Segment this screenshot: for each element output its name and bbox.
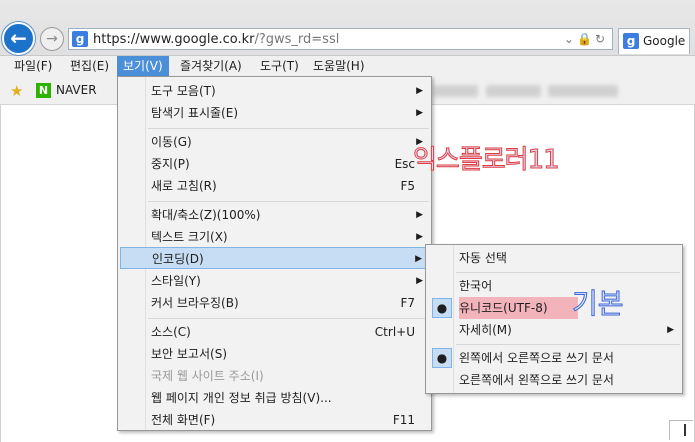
blurred-favorite (548, 85, 618, 97)
submenu-arrow-icon: ▶ (416, 86, 423, 96)
menu-tools[interactable]: 도구(T) (254, 56, 305, 76)
lock-icon[interactable]: 🔒 (577, 32, 595, 46)
naver-icon[interactable]: N (36, 83, 51, 98)
menu-item-go-to[interactable]: 이동(G) ▶ (120, 131, 429, 153)
menu-separator (456, 344, 680, 345)
menu-view[interactable]: 보기(V) (117, 56, 169, 76)
menu-item-toolbars[interactable]: 도구 모음(T) ▶ (120, 80, 429, 102)
submenu-arrow-icon: ▶ (416, 210, 423, 220)
address-bar[interactable]: g https://www.google.co.kr/?gws_rd=ssl ⌄… (68, 28, 613, 50)
menu-item-source[interactable]: 소스(C) Ctrl+U (120, 321, 429, 343)
browser-tab[interactable]: g Google (618, 28, 690, 54)
menu-item-privacy-policy[interactable]: 웹 페이지 개인 정보 취급 방침(V)... (120, 387, 429, 409)
menu-item-utf8[interactable]: ● 유니코드(UTF-8) (428, 297, 680, 319)
menu-bar: 파일(F) 편집(E) 보기(V) 즐겨찾기(A) 도구(T) 도움말(H) (0, 56, 695, 76)
menu-item-refresh[interactable]: 새로 고침(R) F5 (120, 175, 429, 197)
menu-favorites[interactable]: 즐겨찾기(A) (174, 56, 248, 76)
menu-item-security-report[interactable]: 보안 보고서(S) (120, 343, 429, 365)
favorite-naver[interactable]: NAVER (56, 83, 97, 97)
submenu-arrow-icon: ▶ (667, 325, 674, 335)
menu-edit[interactable]: 편집(E) (64, 56, 115, 76)
menu-file[interactable]: 파일(F) (8, 56, 58, 76)
menu-item-auto-select[interactable]: 자동 선택 (428, 247, 680, 269)
forward-button[interactable]: → (40, 27, 64, 51)
menu-separator (148, 318, 429, 319)
menu-item-text-size[interactable]: 텍스트 크기(X) ▶ (120, 226, 429, 248)
url-text[interactable]: https://www.google.co.kr/?gws_rd=ssl (93, 32, 339, 47)
menu-separator (148, 201, 429, 202)
menu-separator (456, 272, 680, 273)
menu-item-left-to-right[interactable]: ● 왼쪽에서 오른쪽으로 쓰기 문서 (428, 347, 680, 369)
annotation-default: 기본 (572, 287, 625, 321)
search-dropdown-icon[interactable]: ⌄ (564, 32, 577, 46)
annotation-explorer11: 익스플로러11 (413, 145, 561, 176)
arrow-left-icon: ← (10, 26, 27, 50)
favorites-star-icon[interactable]: ★ (10, 82, 23, 100)
menu-item-right-to-left[interactable]: 오른쪽에서 왼쪽으로 쓰기 문서 (428, 369, 680, 391)
text-cursor (684, 424, 686, 436)
address-bar-icons: ⌄🔒↻ (564, 32, 608, 46)
menu-help[interactable]: 도움말(H) (307, 56, 371, 76)
menu-item-caret-browsing[interactable]: 커서 브라우징(B) F7 (120, 292, 429, 314)
encoding-submenu: 자동 선택 한국어 ● 유니코드(UTF-8) 자세히(M) ▶ ● 왼쪽에서 오… (425, 244, 683, 394)
menu-item-full-screen[interactable]: 전체 화면(F) F11 (120, 409, 429, 431)
blurred-favorite (433, 85, 478, 97)
google-tab-favicon-icon: g (623, 33, 639, 49)
selected-bullet-icon: ● (432, 348, 452, 368)
menu-item-style[interactable]: 스타일(Y) ▶ (120, 270, 429, 292)
view-menu: 도구 모음(T) ▶ 탐색기 표시줄(E) ▶ 이동(G) ▶ 중지(P) Esc 새로… (117, 76, 432, 431)
menu-item-international-address: 국제 웹 사이트 주소(I) (151, 369, 264, 383)
submenu-arrow-icon: ▶ (416, 232, 423, 242)
submenu-arrow-icon: ▶ (415, 254, 422, 264)
back-button[interactable]: ← (2, 22, 35, 55)
menu-item-more[interactable]: 자세히(M) ▶ (428, 319, 680, 341)
blurred-favorite (486, 85, 541, 97)
google-favicon-icon: g (72, 31, 88, 47)
tab-title: Google (643, 34, 686, 48)
selected-bullet-icon: ● (432, 298, 452, 318)
menu-item-explorer-bars[interactable]: 탐색기 표시줄(E) ▶ (120, 102, 429, 124)
submenu-arrow-icon: ▶ (416, 108, 423, 118)
menu-item-korean[interactable]: 한국어 (428, 275, 680, 297)
navigation-toolbar: ← → g https://www.google.co.kr/?gws_rd=s… (0, 0, 695, 56)
refresh-icon[interactable]: ↻ (595, 32, 608, 46)
arrow-right-icon: → (46, 31, 58, 47)
menu-item-encoding[interactable]: 인코딩(D) ▶ (120, 247, 429, 269)
menu-item-zoom[interactable]: 확대/축소(Z)(100%) ▶ (120, 204, 429, 226)
submenu-arrow-icon: ▶ (416, 276, 423, 286)
status-corner (669, 420, 693, 440)
menu-separator (148, 128, 429, 129)
menu-item-stop[interactable]: 중지(P) Esc (120, 153, 429, 175)
